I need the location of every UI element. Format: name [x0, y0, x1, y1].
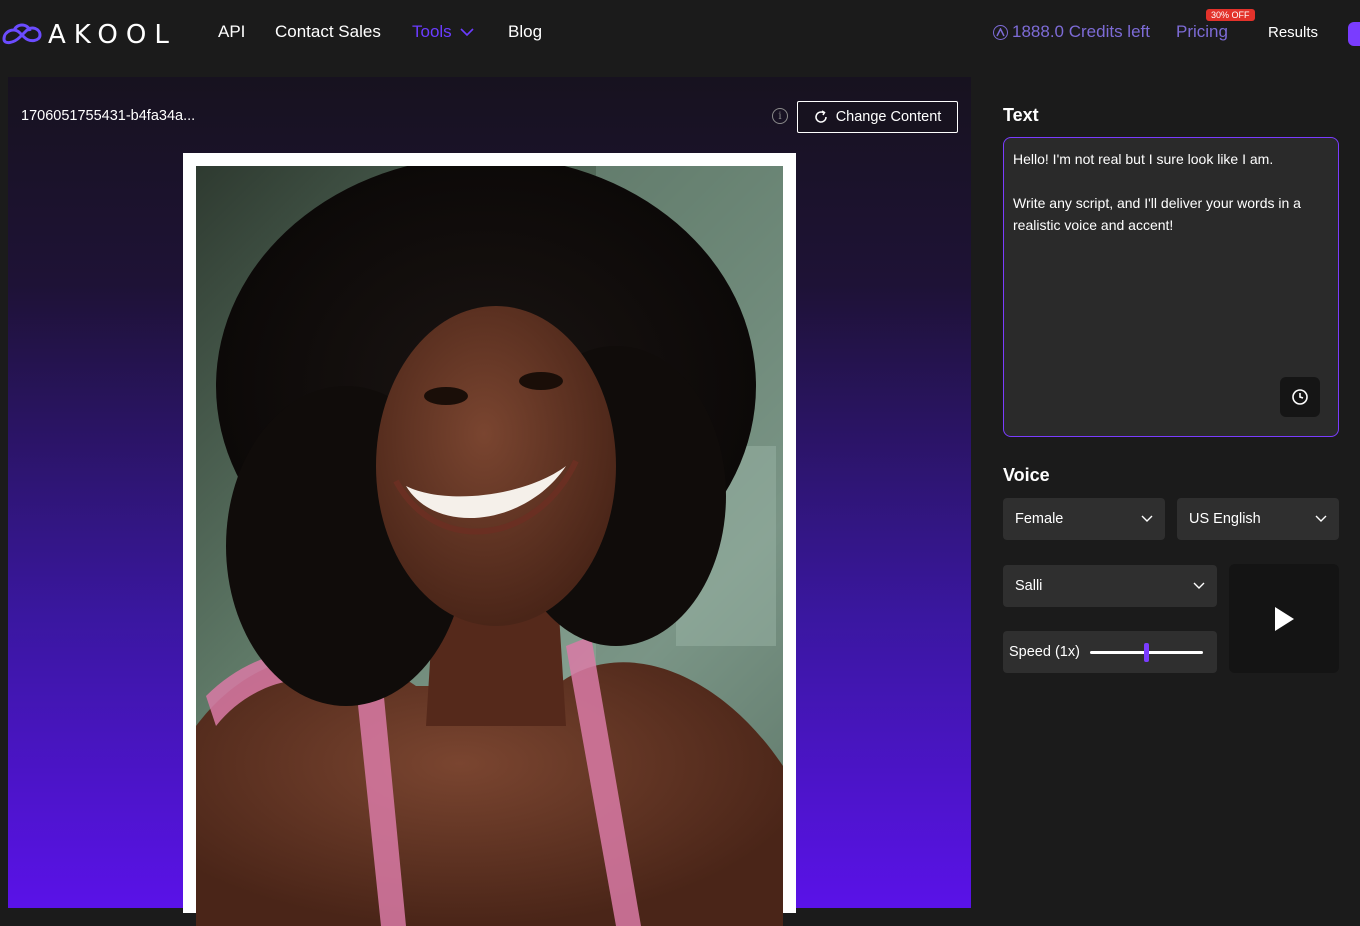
speed-slider[interactable]	[1089, 642, 1203, 662]
preview-panel: 1706051755431-b4fa34a... i Change Conten…	[8, 77, 971, 926]
top-nav: AKOOL API Contact Sales Tools Blog 1888.…	[0, 0, 1360, 66]
play-icon	[1275, 606, 1294, 631]
script-paragraph-2: Write any script, and I'll deliver your …	[1013, 195, 1301, 233]
language-select[interactable]: US English	[1177, 498, 1339, 540]
akool-logo[interactable]: AKOOL	[0, 15, 177, 55]
chevron-down-icon	[1193, 582, 1205, 589]
clock-icon	[1292, 389, 1308, 405]
nav-contact-sales[interactable]: Contact Sales	[275, 22, 381, 42]
script-paragraph-1: Hello! I'm not real but I sure look like…	[1013, 151, 1274, 167]
nav-api[interactable]: API	[218, 22, 245, 42]
voice-section-title: Voice	[1003, 465, 1050, 485]
credits-display[interactable]: 1888.0 Credits left	[993, 22, 1150, 42]
voice-value: Salli	[1015, 578, 1043, 594]
script-textarea[interactable]: Hello! I'm not real but I sure look like…	[1003, 137, 1339, 437]
credits-coin-icon	[993, 24, 1008, 40]
portrait-illustration	[196, 166, 783, 926]
chevron-down-icon	[460, 28, 474, 37]
nav-tools[interactable]: Tools	[412, 22, 474, 42]
speed-slider-thumb[interactable]	[1143, 642, 1149, 662]
change-content-button[interactable]: Change Content	[797, 101, 958, 133]
speed-label: Speed (1x)	[1009, 644, 1080, 660]
history-button[interactable]	[1280, 377, 1320, 417]
avatar-photo	[196, 166, 783, 926]
language-value: US English	[1189, 511, 1261, 527]
chevron-down-icon	[1315, 515, 1327, 522]
settings-panel: Text Hello! I'm not real but I sure look…	[971, 77, 1360, 908]
logo-infinity-icon	[2, 23, 42, 45]
discount-badge: 30% OFF	[1206, 9, 1255, 21]
gender-select[interactable]: Female	[1003, 498, 1165, 540]
chevron-down-icon	[1141, 515, 1153, 522]
change-content-label: Change Content	[835, 109, 942, 125]
text-section-title: Text	[1003, 105, 1039, 125]
nav-results[interactable]: Results	[1268, 24, 1318, 41]
voice-select[interactable]: Salli	[1003, 565, 1217, 607]
file-name: 1706051755431-b4fa34a...	[21, 108, 196, 124]
avatar-photo-frame	[183, 153, 796, 926]
nav-blog[interactable]: Blog	[508, 22, 542, 42]
gender-value: Female	[1015, 511, 1064, 527]
refresh-icon	[814, 110, 827, 123]
speed-control: Speed (1x)	[1003, 631, 1217, 673]
nav-pricing[interactable]: Pricing	[1176, 22, 1228, 42]
play-preview-button[interactable]	[1229, 564, 1339, 673]
info-icon[interactable]: i	[772, 108, 788, 124]
logo-text: AKOOL	[48, 20, 177, 50]
credits-label: 1888.0 Credits left	[1012, 22, 1150, 41]
nav-tools-label: Tools	[412, 22, 452, 41]
user-avatar[interactable]	[1348, 22, 1360, 46]
